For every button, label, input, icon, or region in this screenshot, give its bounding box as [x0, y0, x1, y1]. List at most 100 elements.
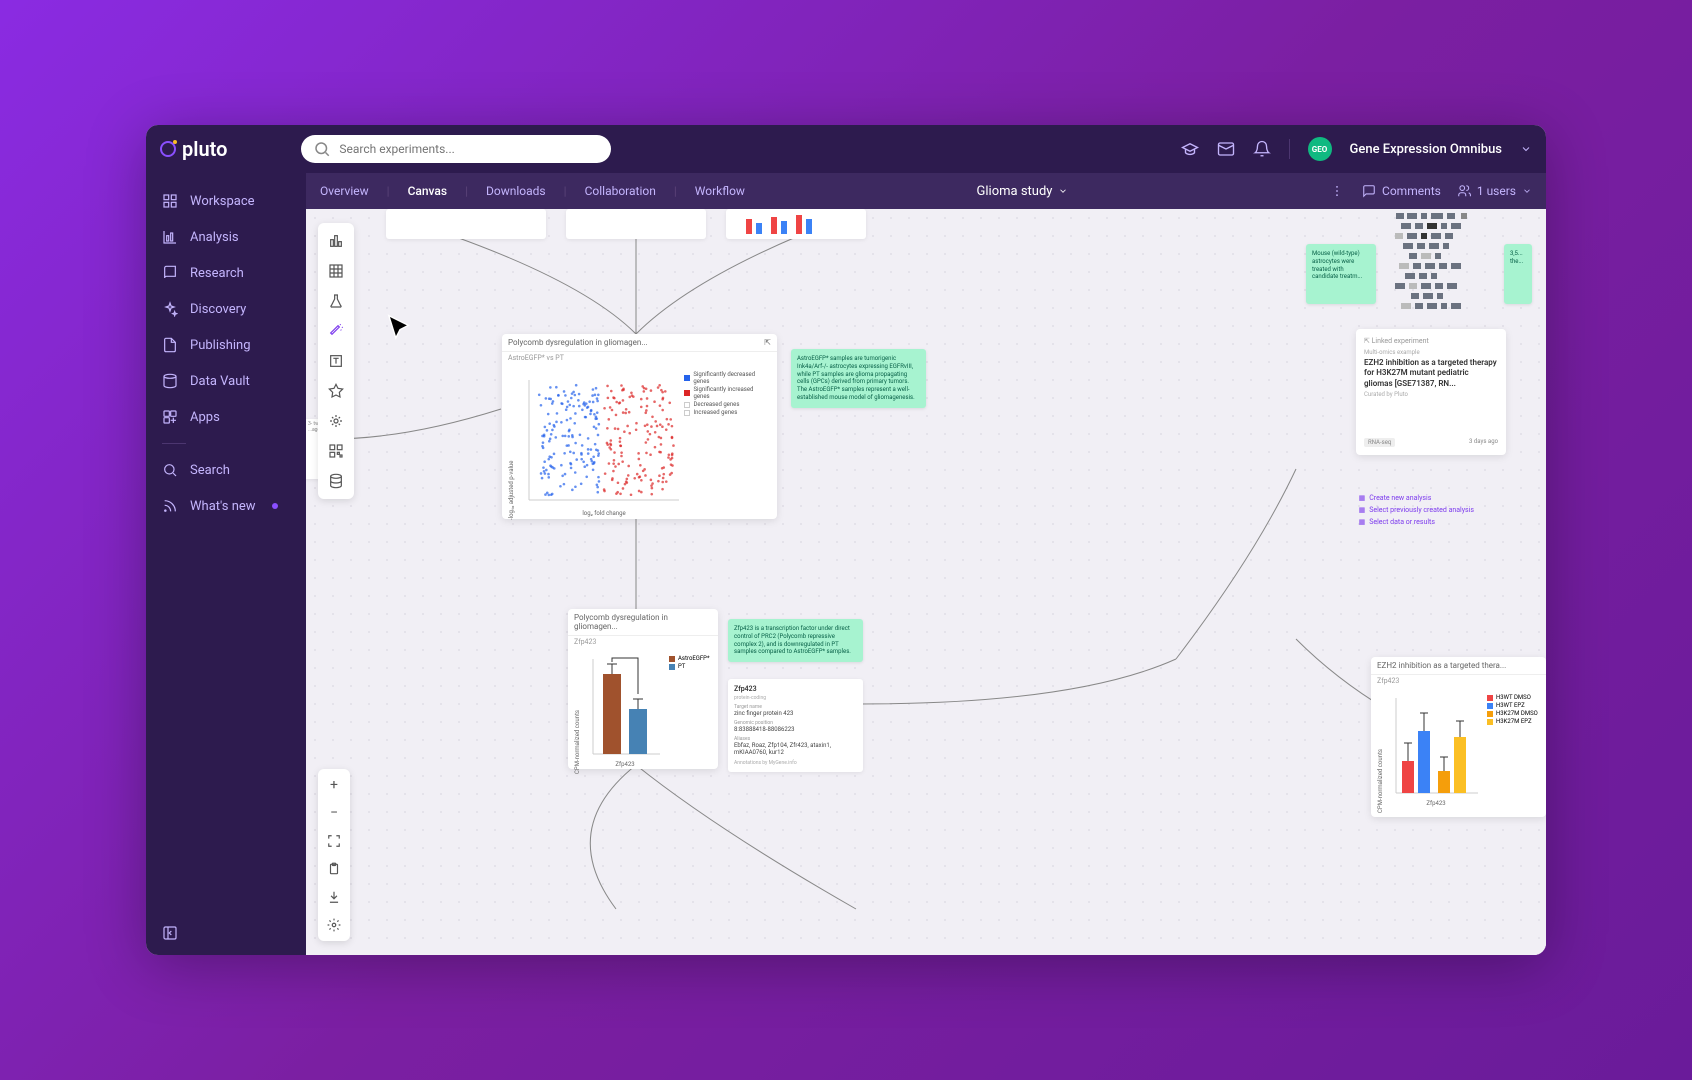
sidebar-item-research[interactable]: Research — [146, 255, 306, 291]
tab-overview[interactable]: Overview — [320, 184, 369, 198]
comments-button[interactable]: Comments — [1362, 184, 1441, 198]
canvas[interactable]: 3- two ...ago Mouse (wild-type) astrocyt… — [306, 209, 1546, 955]
tool-shape[interactable] — [322, 407, 350, 435]
tool-bar-chart[interactable] — [322, 227, 350, 255]
linked-title: EZH2 inhibition as a targeted therapy fo… — [1364, 358, 1498, 389]
card-title-bar: EZH2 inhibition as a targeted thera... — [1371, 657, 1546, 675]
action-select-data[interactable]: ▦Select data or results — [1359, 518, 1474, 526]
action-select-analysis[interactable]: ▦Select previously created analysis — [1359, 506, 1474, 514]
topbar-actions: GEO Gene Expression Omnibus — [1181, 137, 1532, 161]
sidebar-item-datavault[interactable]: Data Vault — [146, 363, 306, 399]
chevron-down-icon[interactable] — [1520, 143, 1532, 155]
avatar[interactable]: GEO — [1308, 137, 1332, 161]
sticky-note-volcano[interactable]: AstroEGFP* samples are tumorigenic Ink4a… — [791, 349, 926, 408]
tab-canvas[interactable]: Canvas — [408, 184, 448, 198]
clipboard-icon — [327, 862, 341, 876]
sidebar-label: Discovery — [190, 302, 246, 317]
mini-chart-card[interactable] — [726, 209, 866, 239]
sidebar-item-analysis[interactable]: Analysis — [146, 219, 306, 255]
sticky-note-bar1[interactable]: Zfp423 is a transcription factor under d… — [728, 619, 863, 662]
sidebar-label: Research — [190, 266, 244, 281]
fullscreen-button[interactable] — [320, 827, 348, 855]
logo-ring-icon — [160, 141, 176, 157]
logo-text: pluto — [182, 137, 227, 161]
rss-icon — [162, 498, 178, 514]
logo[interactable]: pluto — [160, 137, 227, 161]
action-create-analysis[interactable]: ▦Create new analysis — [1359, 494, 1474, 502]
tool-wand[interactable] — [322, 317, 350, 345]
org-name[interactable]: Gene Expression Omnibus — [1350, 142, 1502, 157]
scatter-plot: log₂ fold change — [519, 370, 680, 520]
download-icon — [327, 890, 341, 904]
sparkle-icon — [162, 301, 178, 317]
sticky-note[interactable]: Mouse (wild-type) astrocytes were treate… — [1306, 244, 1376, 304]
external-link-icon[interactable]: ⇱ — [764, 338, 771, 347]
bell-icon[interactable] — [1253, 140, 1271, 158]
canvas-edges — [306, 209, 1546, 955]
mail-icon[interactable] — [1217, 140, 1235, 158]
qr-icon — [328, 443, 344, 459]
sidebar-item-workspace[interactable]: Workspace — [146, 183, 306, 219]
bar-chart: Zfp423 — [1388, 693, 1483, 813]
sticky-note[interactable]: 3,5... the... — [1504, 244, 1532, 304]
sidebar-item-search[interactable]: Search — [146, 452, 306, 488]
tab-workflow[interactable]: Workflow — [695, 184, 745, 198]
annotation-source: Annotations by MyGene.info — [734, 760, 857, 766]
gene-type: protein-coding — [734, 695, 857, 701]
table-icon — [328, 263, 344, 279]
bar-chart-card-zfp423-2[interactable]: EZH2 inhibition as a targeted thera... Z… — [1371, 657, 1546, 817]
linked-time: 3 days ago — [1469, 438, 1498, 447]
bar-chart-card-zfp423-1[interactable]: Polycomb dysregulation in gliomagen... Z… — [568, 609, 718, 769]
comment-icon — [1362, 184, 1376, 198]
clipboard-button[interactable] — [320, 855, 348, 883]
y-axis-label: -log₁₀ adjusted p-value — [508, 370, 515, 520]
graduation-icon[interactable] — [1181, 140, 1199, 158]
bar-chart: * Zfp423 — [585, 654, 665, 774]
mini-chart-card[interactable] — [386, 209, 546, 239]
svg-text:log₂ fold change: log₂ fold change — [582, 510, 625, 517]
tool-table[interactable] — [322, 257, 350, 285]
more-vertical-icon[interactable] — [1330, 184, 1344, 198]
linked-tag: Multi-omics example — [1364, 349, 1498, 356]
project-title-dropdown[interactable]: Glioma study — [977, 184, 1069, 199]
volcano-plot-card[interactable]: Polycomb dysregulation in gliomagen...⇱ … — [502, 334, 777, 519]
tab-collaboration[interactable]: Collaboration — [585, 184, 656, 198]
collapse-sidebar-button[interactable] — [162, 925, 178, 945]
linked-experiment-card[interactable]: ⇱ Linked experiment Multi-omics example … — [1356, 329, 1506, 455]
bar-chart-icon — [328, 233, 344, 249]
divider — [1289, 139, 1290, 159]
tab-downloads[interactable]: Downloads — [486, 184, 546, 198]
download-button[interactable] — [320, 883, 348, 911]
sidebar-label: Analysis — [190, 230, 239, 245]
sidebar-label: Apps — [190, 410, 220, 425]
mini-chart-card[interactable] — [566, 209, 706, 239]
flask-icon — [328, 293, 344, 309]
search-icon — [162, 462, 178, 478]
sidebar-item-publishing[interactable]: Publishing — [146, 327, 306, 363]
settings-button[interactable] — [320, 911, 348, 939]
linked-actions: ▦Create new analysis ▦Select previously … — [1359, 494, 1474, 526]
users-button[interactable]: 1 users — [1457, 184, 1532, 198]
tool-flask[interactable] — [322, 287, 350, 315]
sidebar-label: Search — [190, 463, 230, 478]
star-icon — [328, 383, 344, 399]
sidebar-item-discovery[interactable]: Discovery — [146, 291, 306, 327]
zoom-in-button[interactable]: + — [320, 771, 348, 799]
tool-qr[interactable] — [322, 437, 350, 465]
gene-info-card[interactable]: Zfp423 protein-coding Target name zinc f… — [728, 679, 863, 772]
tool-database[interactable] — [322, 467, 350, 495]
sidebar-item-whatsnew[interactable]: What's new — [146, 488, 306, 524]
linked-curator: Curated by Pluto — [1364, 391, 1498, 398]
search-input[interactable] — [339, 142, 599, 156]
y-axis-label: CPM-normalized counts — [1377, 693, 1384, 813]
search-box[interactable] — [301, 135, 611, 163]
subheader: Overview| Canvas| Downloads| Collaborati… — [306, 173, 1546, 209]
zoom-out-button[interactable]: − — [320, 799, 348, 827]
users-icon — [1457, 184, 1471, 198]
heatmap-cluster[interactable] — [1391, 209, 1506, 329]
tool-text[interactable] — [322, 347, 350, 375]
tool-star[interactable] — [322, 377, 350, 405]
sidebar-item-apps[interactable]: Apps — [146, 399, 306, 435]
text-icon — [328, 353, 344, 369]
bar-chart-icon — [162, 229, 178, 245]
